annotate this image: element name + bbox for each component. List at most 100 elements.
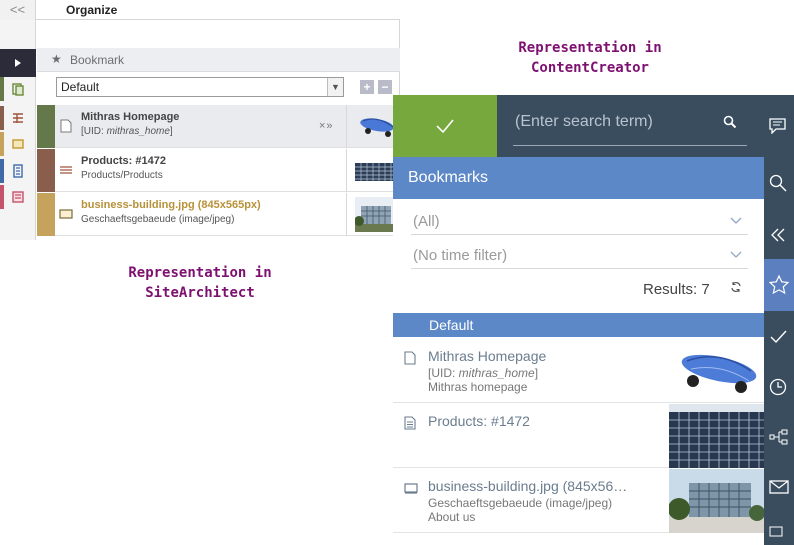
time-filter-value: (No time filter) [413,247,508,264]
bookmark-item-title: business-building.jpg (845x565px) [81,199,261,211]
refresh-icon[interactable] [730,280,742,296]
content-creator-panel: (Enter search term) Bookmarks (All) (No … [393,95,794,545]
bookmark-item-title: Mithras Homepage [428,348,547,364]
bookmark-item-title: Products: #1472 [81,155,166,167]
checkmark-icon [436,119,454,134]
star-icon: ★ [51,52,62,66]
datasources-icon [13,164,23,178]
structure-icon [13,113,23,123]
double-chevron-left-icon [771,228,785,242]
sidebar-history-button[interactable] [764,361,794,413]
bookmark-item-title: business-building.jpg (845x56… [428,478,628,494]
search-input[interactable]: (Enter search term) [515,113,653,131]
bookmark-item-description: Geschaeftsgebaeude (image/jpeg) [428,496,613,510]
building-thumbnail [669,469,764,533]
sidebar-comments-button[interactable] [764,100,794,152]
bookmarks-title: Bookmarks [393,157,764,199]
templates-icon [12,191,24,203]
page-icon [59,119,73,133]
image-icon [59,207,73,221]
section-color-stripe [37,149,55,192]
confirm-button[interactable] [393,95,497,157]
search-icon[interactable] [723,115,737,129]
organize-header: << Organize [0,0,400,20]
envelope-icon [769,480,789,494]
section-icon [59,163,73,177]
chevron-down-icon[interactable]: ▼ [327,78,343,96]
bookmark-section-header[interactable]: ★ Bookmark [37,48,400,72]
vehicle-thumbnail [681,354,757,393]
category-filter-select[interactable]: (All) [411,209,748,235]
organize-tool-rail [0,20,36,240]
bookmark-item[interactable]: Mithras Homepage [UID: mithras_home] ×» [37,105,400,148]
content-creator-toolbar: (Enter search term) [393,95,794,157]
expand-arrow-icon[interactable] [0,49,36,77]
page-icon [404,351,416,370]
media-color-stripe [37,193,55,236]
bookmark-item[interactable]: Products: #1472 [393,404,764,468]
sidebar-messages-button[interactable] [764,461,794,513]
bookmark-list-value: Default [61,80,100,94]
bookmark-item-uid: [UID: mithras_home] [81,126,173,137]
site-architect-caption: Representation in SiteArchitect [128,265,272,301]
pages-icon [12,83,24,96]
bookmark-item[interactable]: business-building.jpg (845x56… Geschaeft… [393,469,764,533]
bookmarks-view: Bookmarks (All) (No time filter) Results… [393,157,764,545]
sitemap-icon [769,429,788,445]
solar-panel-thumbnail [355,163,397,181]
results-count: Results: 7 [643,281,710,298]
item-divider [346,149,347,192]
rail-pages-button[interactable] [0,77,36,101]
star-icon [769,275,789,295]
chevron-down-icon [730,209,742,235]
bookmark-list-select[interactable]: Default ▼ [56,77,344,97]
bookmark-item[interactable]: Mithras Homepage [UID: mithras_home] Mit… [393,339,764,403]
rail-templates-button[interactable] [0,185,36,209]
chevron-down-icon [730,243,742,269]
bookmark-item[interactable]: business-building.jpg (845x565px) Gescha… [37,193,400,236]
search-underline [513,145,747,146]
dataset-icon [404,416,416,435]
remove-jump-controls[interactable]: ×» [319,120,334,132]
page-color-stripe [37,105,55,148]
sidebar-structure-button[interactable] [764,411,794,463]
search-icon [769,174,787,192]
bookmark-item-uid: [UID: mithras_home] [428,366,539,380]
bookmark-item-path: Products/Products [81,170,163,181]
site-architect-panel: << Organize ★ Bookmark Default ▼ + − Mit… [0,0,400,240]
sidebar-search-button[interactable] [764,157,794,209]
collapse-panel-button[interactable]: << [0,0,36,20]
bookmark-item-title: Products: #1472 [428,413,530,429]
solar-panel-thumbnail [669,404,764,468]
bookmark-section-label: Bookmark [70,53,125,67]
sidebar-more-button[interactable] [764,515,794,545]
remove-list-button[interactable]: − [378,80,392,94]
rail-media-button[interactable] [0,132,36,156]
bookmark-group-header[interactable]: Default [393,313,764,337]
add-list-button[interactable]: + [360,80,374,94]
item-divider [346,105,347,148]
media-icon [12,139,24,149]
organize-title: Organize [66,3,118,17]
comment-icon [769,118,786,134]
rail-datasources-button[interactable] [0,159,36,183]
bookmark-item-description: Mithras homepage [428,380,528,394]
sidebar-workflow-button[interactable] [764,311,794,363]
bookmark-item-description: Geschaeftsgebaeude (image/jpeg) [81,214,235,225]
sidebar-collapse-button[interactable] [764,209,794,261]
bookmark-item-title: Mithras Homepage [81,111,180,123]
item-divider [346,193,347,236]
bookmark-item[interactable]: Products: #1472 Products/Products [37,149,400,192]
sidebar-bookmarks-button[interactable] [764,259,794,311]
content-creator-caption: Representation in ContentCreator [518,40,662,76]
checkmark-icon [770,330,787,344]
building-thumbnail [355,197,397,232]
bookmark-item-reference: About us [428,510,476,524]
rail-structure-button[interactable] [0,106,36,130]
content-creator-sidebar [764,95,794,545]
more-icon [769,526,783,537]
clock-icon [769,378,787,396]
vehicle-thumbnail [360,118,394,137]
time-filter-select[interactable]: (No time filter) [411,243,748,269]
image-icon [404,481,418,499]
